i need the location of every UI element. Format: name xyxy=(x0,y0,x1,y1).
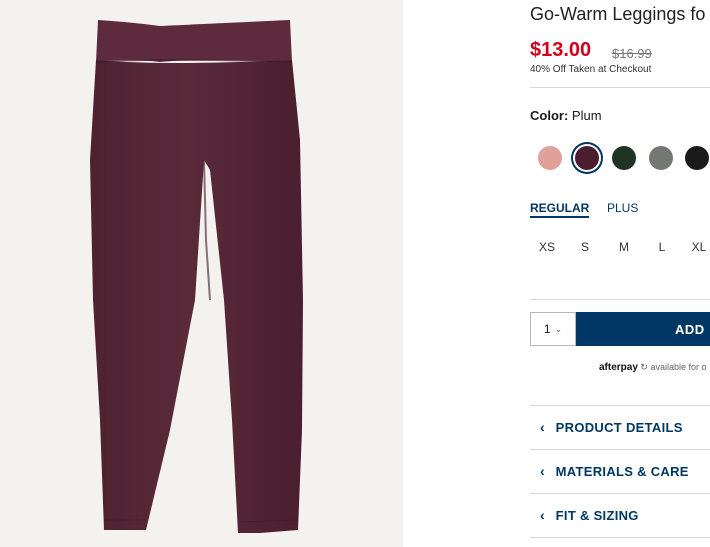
afterpay-arrow-icon: ↻ xyxy=(640,362,648,372)
divider xyxy=(530,537,710,538)
product-info-panel: Go-Warm Leggings fo $13.00 $16.99 40% Of… xyxy=(530,0,710,547)
size-s[interactable]: S xyxy=(575,240,595,254)
accordion-materials-care[interactable]: ‹ MATERIALS & CARE xyxy=(530,449,710,493)
product-title: Go-Warm Leggings fo xyxy=(530,4,706,24)
sale-price: $13.00 xyxy=(530,39,592,61)
swatch-plum[interactable] xyxy=(575,146,599,170)
size-l[interactable]: L xyxy=(652,240,672,254)
accordion-label: MATERIALS & CARE xyxy=(555,463,689,479)
chevron-down-icon: ⌄ xyxy=(554,323,563,334)
discount-note: 40% Off Taken at Checkout xyxy=(530,64,652,75)
afterpay-note: afterpay ↻ available for o xyxy=(599,362,707,373)
color-label-row: Color: Plum xyxy=(530,108,602,123)
chevron-left-icon: ‹ xyxy=(540,507,545,523)
product-image[interactable] xyxy=(0,0,403,547)
swatch-gray[interactable] xyxy=(649,146,673,170)
afterpay-logo: afterpay xyxy=(599,362,638,373)
tab-plus[interactable]: PLUS xyxy=(607,201,638,215)
swatch-dark-green[interactable] xyxy=(612,146,636,170)
divider xyxy=(530,87,710,88)
swatch-black[interactable] xyxy=(685,146,709,170)
size-xl[interactable]: XL xyxy=(689,240,709,254)
swatch-pink[interactable] xyxy=(538,146,562,170)
accordion-label: PRODUCT DETAILS xyxy=(555,419,683,435)
divider xyxy=(530,299,710,300)
color-label: Color: xyxy=(530,108,569,123)
chevron-left-icon: ‹ xyxy=(540,419,545,435)
size-m[interactable]: M xyxy=(614,240,634,254)
quantity-select[interactable]: 1 ⌄ xyxy=(530,312,576,346)
chevron-left-icon: ‹ xyxy=(540,463,545,479)
add-button-label: ADD xyxy=(675,321,705,337)
tab-regular[interactable]: REGULAR xyxy=(530,201,590,218)
selected-color: Plum xyxy=(571,108,602,123)
accordion-label: FIT & SIZING xyxy=(555,507,639,523)
leggings-image xyxy=(90,20,303,533)
accordion-fit-sizing[interactable]: ‹ FIT & SIZING xyxy=(530,493,710,537)
afterpay-text: available for o xyxy=(650,362,707,372)
add-to-bag-button[interactable]: ADD xyxy=(576,312,710,346)
size-xs[interactable]: XS xyxy=(537,240,557,254)
original-price: $16.99 xyxy=(612,46,652,61)
quantity-value: 1 xyxy=(543,322,551,336)
accordion-product-details[interactable]: ‹ PRODUCT DETAILS xyxy=(530,405,710,449)
